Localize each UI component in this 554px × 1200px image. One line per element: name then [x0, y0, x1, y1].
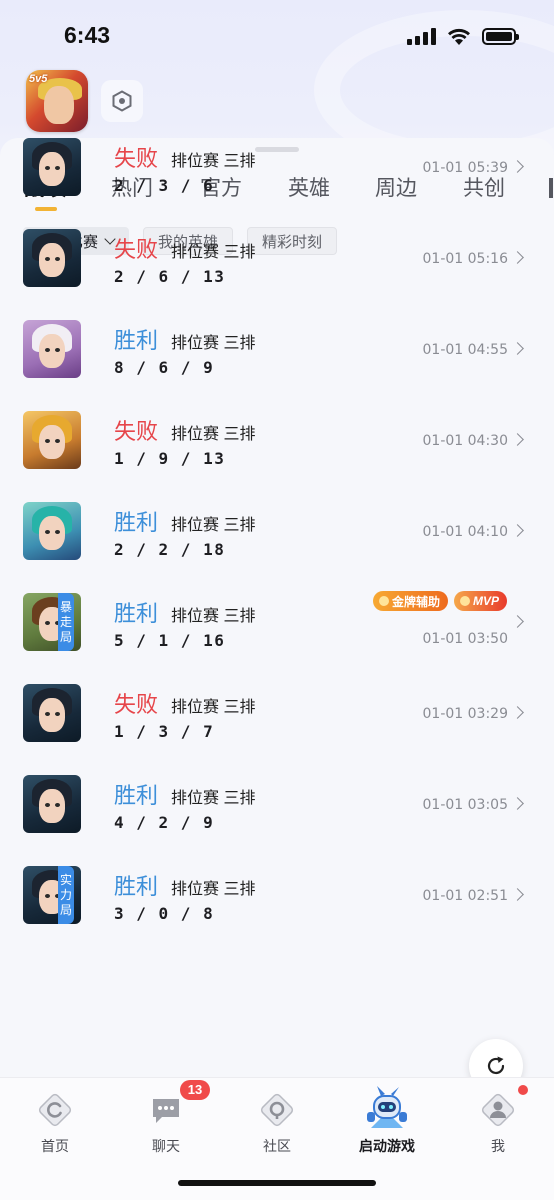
- honor-gold-label: 金牌辅助: [391, 594, 440, 609]
- chevron-right-icon: [511, 342, 524, 355]
- chevron-right-icon: [511, 251, 524, 264]
- match-time: 01-01 03:29: [422, 706, 508, 722]
- hero-avatar: [23, 320, 81, 378]
- match-time: 01-01 04:55: [422, 342, 508, 358]
- match-time: 01-01 04:10: [422, 524, 508, 540]
- honor-badges: 金牌辅助 MVP: [372, 591, 507, 611]
- match-time: 01-01 03:05: [422, 797, 508, 813]
- match-row[interactable]: 失败 排位赛 三排 1 / 9 / 13 01-01 04:30: [0, 411, 554, 502]
- cellular-signal-icon: [407, 27, 436, 45]
- match-type: 排位赛 三排: [171, 517, 256, 534]
- match-result: 失败: [114, 146, 159, 171]
- community-icon: [260, 1093, 294, 1127]
- match-result: 失败: [114, 692, 159, 717]
- match-row[interactable]: 失败 排位赛 三排 1 / 3 / 7 01-01 03:29: [0, 684, 554, 775]
- battery-icon: [482, 27, 519, 45]
- match-type: 排位赛 三排: [171, 244, 256, 261]
- chat-icon: [153, 1099, 179, 1123]
- match-type: 排位赛 三排: [171, 153, 256, 170]
- match-type: 排位赛 三排: [171, 426, 256, 443]
- trophy-icon: [459, 596, 470, 606]
- match-row[interactable]: 胜利 排位赛 三排 8 / 6 / 9 01-01 04:55: [0, 320, 554, 411]
- hexagon-settings-icon: [112, 90, 132, 112]
- hero-avatar: [23, 411, 81, 469]
- kda-score: 2 / 6 / 13: [114, 267, 226, 286]
- status-time: 6:43: [64, 22, 111, 48]
- refresh-icon: [487, 1056, 505, 1075]
- hero-avatar: [23, 775, 81, 833]
- match-time: 01-01 03:50: [422, 631, 508, 647]
- profile-notification-dot: [518, 1085, 528, 1095]
- match-result: 胜利: [114, 601, 159, 626]
- tabbar-chat-label: 聊天: [152, 1138, 180, 1154]
- tabbar-launch-game-label: 启动游戏: [359, 1138, 415, 1154]
- profile-icon: [481, 1093, 515, 1127]
- home-icon: [38, 1093, 72, 1127]
- chevron-right-icon: [511, 160, 524, 173]
- match-row[interactable]: 实力局 胜利 排位赛 三排 3 / 0 / 8 01-01 02:51: [0, 866, 554, 957]
- wifi-icon: [448, 28, 470, 45]
- hero-avatar: [23, 684, 81, 742]
- kda-score: 5 / 1 / 16: [114, 631, 226, 650]
- tabbar-home-label: 首页: [41, 1138, 69, 1154]
- match-result: 胜利: [114, 328, 159, 353]
- chevron-right-icon: [511, 524, 524, 537]
- match-type: 排位赛 三排: [171, 881, 256, 898]
- match-result: 失败: [114, 237, 159, 262]
- kda-score: 3 / 0 / 8: [114, 904, 215, 923]
- match-row[interactable]: 胜利 排位赛 三排 2 / 2 / 18 01-01 04:10: [0, 502, 554, 593]
- honor-mvp-label: MVP: [472, 594, 499, 608]
- match-time: 01-01 02:51: [422, 888, 508, 904]
- match-row[interactable]: 失败 排位赛 三排 2 / 6 / 13 01-01 05:16: [0, 229, 554, 320]
- status-bar: 6:43: [0, 0, 554, 72]
- match-time: 01-01 05:39: [422, 160, 508, 176]
- match-type: 排位赛 三排: [171, 608, 256, 625]
- hero-avatar: [23, 502, 81, 560]
- chevron-right-icon: [511, 797, 524, 810]
- medal-icon: [378, 596, 389, 606]
- honor-badge-mvp: MVP: [453, 591, 507, 611]
- match-type: 排位赛 三排: [171, 790, 256, 807]
- kda-score: 2 / 3 / 6: [114, 176, 215, 195]
- kda-score: 1 / 9 / 13: [114, 449, 226, 468]
- match-type: 排位赛 三排: [171, 335, 256, 352]
- match-row[interactable]: 暴走局 胜利 排位赛 三排 5 / 1 / 16 金牌辅助 MVP 01-01 03:…: [0, 591, 554, 684]
- match-result: 胜利: [114, 510, 159, 535]
- honor-badge-gold-support: 金牌辅助: [372, 591, 448, 611]
- hero-avatar: [23, 229, 81, 287]
- match-mode-badge: 暴走局: [58, 593, 74, 651]
- tabbar-profile-label: 我: [491, 1138, 505, 1154]
- match-row[interactable]: 失败 排位赛 三排 2 / 3 / 6 01-01 05:39: [0, 138, 554, 229]
- match-time: 01-01 05:16: [422, 251, 508, 267]
- chat-unread-badge: 13: [180, 1080, 210, 1100]
- chevron-right-icon: [511, 615, 524, 628]
- launch-game-icon: [367, 1086, 407, 1128]
- chevron-right-icon: [511, 706, 524, 719]
- match-row[interactable]: 胜利 排位赛 三排 4 / 2 / 9 01-01 03:05: [0, 775, 554, 866]
- chevron-right-icon: [511, 888, 524, 901]
- match-type: 排位赛 三排: [171, 699, 256, 716]
- home-indicator: [178, 1180, 376, 1186]
- app-icon-logo: 5v5: [29, 73, 48, 85]
- settings-button[interactable]: [101, 80, 143, 122]
- match-result: 胜利: [114, 783, 159, 808]
- match-result: 胜利: [114, 874, 159, 899]
- game-app-icon[interactable]: 5v5: [26, 70, 88, 132]
- kda-score: 2 / 2 / 18: [114, 540, 226, 559]
- kda-score: 4 / 2 / 9: [114, 813, 215, 832]
- tabbar-community-label: 社区: [263, 1138, 291, 1154]
- match-time: 01-01 04:30: [422, 433, 508, 449]
- hero-avatar: [23, 138, 81, 196]
- chevron-right-icon: [511, 433, 524, 446]
- kda-score: 1 / 3 / 7: [114, 722, 215, 741]
- kda-score: 8 / 6 / 9: [114, 358, 215, 377]
- match-mode-badge: 实力局: [58, 866, 74, 924]
- match-result: 失败: [114, 419, 159, 444]
